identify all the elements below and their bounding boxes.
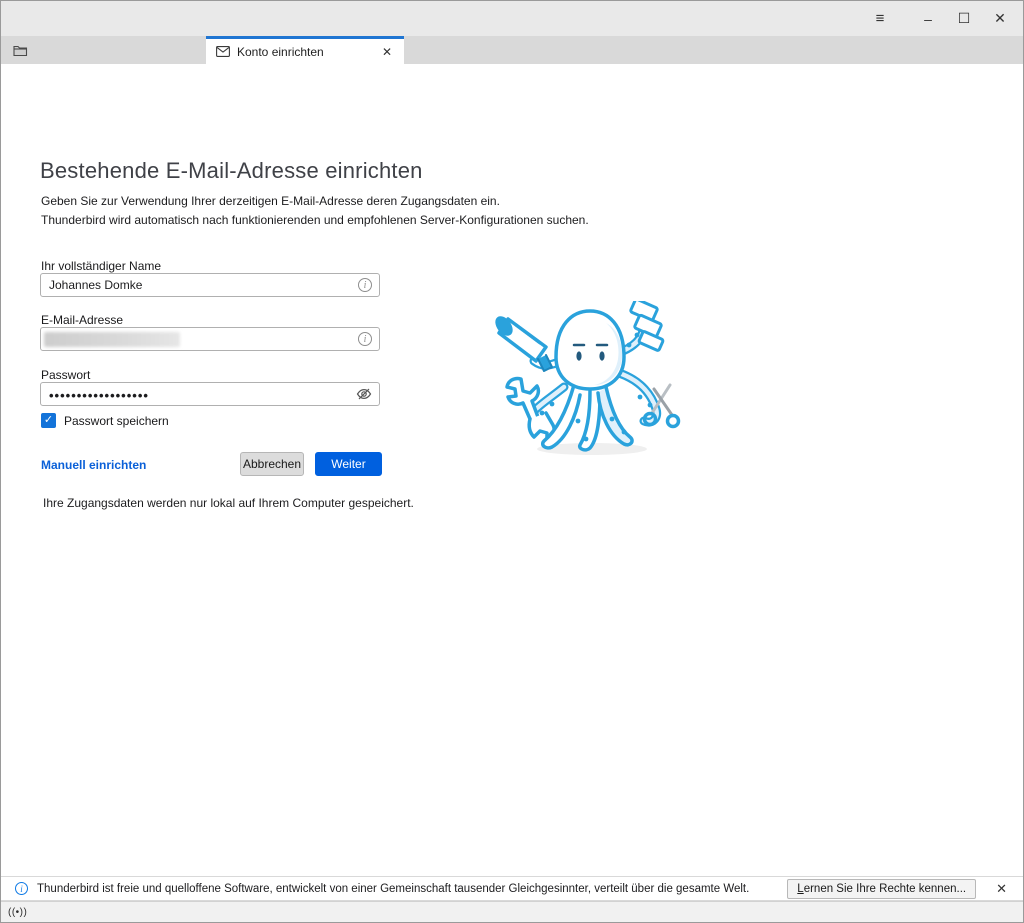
maximize-button[interactable]: ☐ bbox=[947, 1, 981, 36]
page-title: Bestehende E-Mail-Adresse einrichten bbox=[40, 158, 423, 184]
info-icon: i bbox=[15, 882, 28, 895]
folder-icon[interactable] bbox=[13, 44, 28, 57]
notification-bar: i Thunderbird ist freie und quelloffene … bbox=[1, 876, 1023, 901]
email-label: E-Mail-Adresse bbox=[41, 313, 123, 327]
know-your-rights-button[interactable]: Lernen Sie Ihre Rechte kennen... bbox=[787, 879, 976, 899]
action-row: Manuell einrichten Abbrechen Weiter bbox=[41, 452, 381, 478]
notification-close-icon[interactable]: ✕ bbox=[988, 881, 1015, 897]
manual-setup-link[interactable]: Manuell einrichten bbox=[41, 458, 146, 472]
save-password-row: ✓ Passwort speichern bbox=[41, 413, 169, 428]
eye-slash-icon[interactable] bbox=[356, 387, 372, 401]
save-password-checkbox[interactable]: ✓ bbox=[41, 413, 56, 428]
subtitle-line-2: Thunderbird wird automatisch nach funkti… bbox=[41, 211, 589, 230]
close-window-button[interactable]: ✕ bbox=[983, 1, 1017, 36]
name-field-wrapper: i bbox=[40, 273, 380, 297]
tab-label: Konto einrichten bbox=[237, 45, 378, 59]
notification-text: Thunderbird ist freie und quelloffene So… bbox=[37, 883, 787, 895]
status-bar: ((•)) bbox=[1, 901, 1023, 922]
minimize-button[interactable]: – bbox=[911, 1, 945, 36]
wrench bbox=[507, 378, 554, 440]
broadcast-status-icon: ((•)) bbox=[8, 907, 27, 918]
title-bar: ≡ – ☐ ✕ bbox=[1, 1, 1023, 36]
email-redaction bbox=[44, 332, 180, 347]
thunderbird-window: ≡ – ☐ ✕ Konto einrichten ✕ Bestehende E-… bbox=[0, 0, 1024, 923]
continue-button[interactable]: Weiter bbox=[315, 452, 382, 476]
mail-icon bbox=[216, 46, 230, 57]
subtitle-line-1: Geben Sie zur Verwendung Ihrer derzeitig… bbox=[41, 192, 589, 211]
password-field-wrapper bbox=[40, 382, 380, 406]
tab-konto-einrichten[interactable]: Konto einrichten ✕ bbox=[206, 36, 404, 64]
cancel-button[interactable]: Abbrechen bbox=[240, 452, 304, 476]
know-your-rights-label: Lernen Sie Ihre Rechte kennen... bbox=[797, 883, 966, 895]
password-input[interactable] bbox=[41, 383, 379, 405]
tab-bar: Konto einrichten ✕ bbox=[1, 36, 1023, 64]
password-label: Passwort bbox=[41, 368, 90, 382]
info-icon[interactable]: i bbox=[358, 278, 372, 292]
save-password-label[interactable]: Passwort speichern bbox=[64, 414, 169, 428]
email-field-wrapper: i bbox=[40, 327, 380, 351]
account-setup-pane: Bestehende E-Mail-Adresse einrichten Geb… bbox=[1, 64, 1023, 876]
tab-close-icon[interactable]: ✕ bbox=[378, 43, 396, 61]
page-subtitle: Geben Sie zur Verwendung Ihrer derzeitig… bbox=[41, 192, 589, 230]
name-label: Ihr vollständiger Name bbox=[41, 259, 161, 273]
name-input[interactable] bbox=[41, 274, 379, 296]
app-menu-icon[interactable]: ≡ bbox=[863, 1, 897, 36]
megaphone bbox=[494, 313, 552, 371]
privacy-note: Ihre Zugangsdaten werden nur lokal auf I… bbox=[43, 496, 414, 510]
thunderbird-octopus-illustration bbox=[494, 301, 686, 457]
info-icon[interactable]: i bbox=[358, 332, 372, 346]
